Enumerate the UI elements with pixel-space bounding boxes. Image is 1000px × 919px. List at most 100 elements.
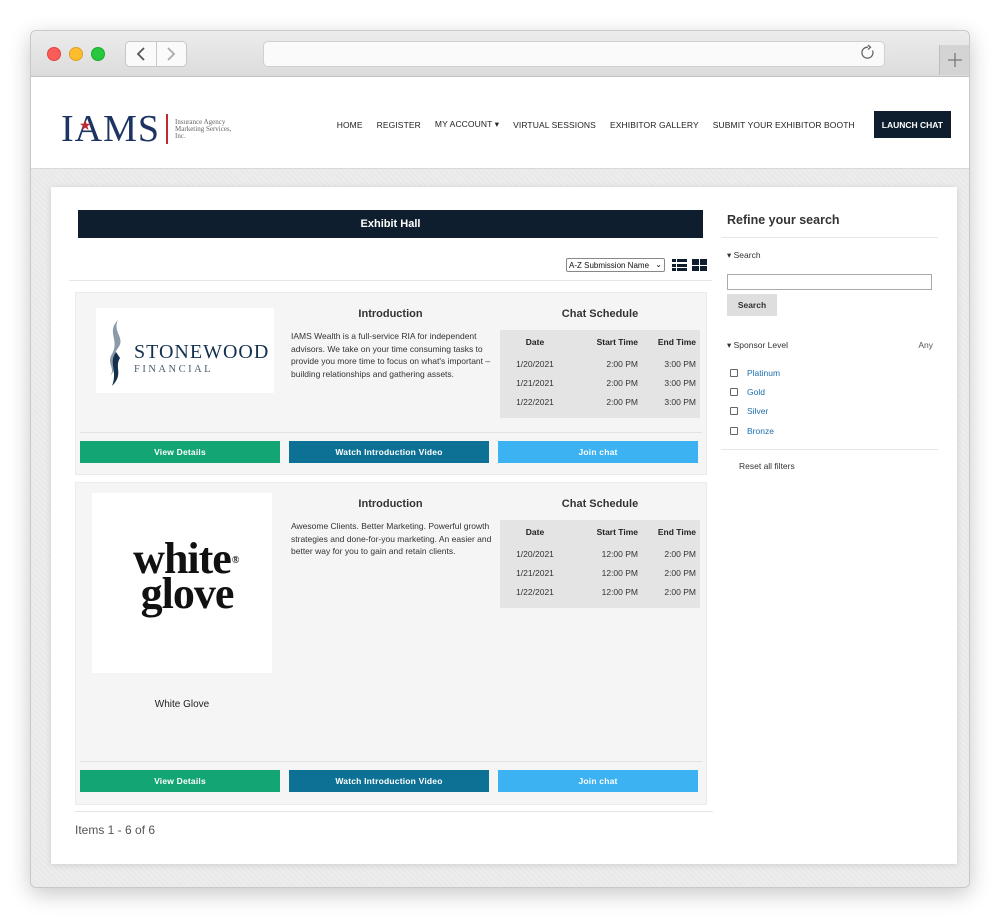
launch-chat-button[interactable]: LAUNCH CHAT [873,111,951,138]
stonewood-sub: FINANCIAL [134,364,214,375]
sort-select-value: A-Z Submission Name [569,260,650,270]
minimize-window-button[interactable] [69,47,83,61]
chat-schedule-table: Date Start Time End Time 1/20/2021 2:00 … [500,330,700,418]
close-window-button[interactable] [47,47,61,61]
exhibitor-card-white-glove: white ® glove White Glove Introduction Aw… [75,482,707,805]
checkbox-icon [730,387,738,396]
exhibitor-logo[interactable]: STONEWOOD FINANCIAL [96,308,274,393]
page-background: Exhibit Hall A-Z Submission Name ⌄ STONE… [31,169,969,887]
join-chat-button[interactable]: Join chat [498,770,698,792]
main-content: Exhibit Hall A-Z Submission Name ⌄ STONE… [51,187,957,864]
search-input[interactable] [727,274,932,290]
nav-register[interactable]: REGISTER [377,120,421,130]
table-row: 1/20/2021 2:00 PM 3:00 PM [500,354,700,373]
cell-end: 2:00 PM [664,586,696,597]
registered-mark: ® [231,555,240,566]
cell-start: 12:00 PM [601,586,638,597]
items-count: Items 1 - 6 of 6 [75,823,156,837]
table-row: 1/21/2021 12:00 PM 2:00 PM [500,563,700,582]
checkbox-gold[interactable]: Gold [730,382,938,401]
list-view-icon[interactable] [672,259,687,271]
cell-date: 1/21/2021 [516,567,554,578]
reload-icon[interactable] [860,44,876,67]
nav-submit-booth[interactable]: SUBMIT YOUR EXHIBITOR BOOTH [713,120,855,130]
maximize-window-button[interactable] [91,47,105,61]
forward-button[interactable] [157,42,187,66]
card-actions: View Details Watch Introduction Video Jo… [80,432,702,464]
cell-end: 3:00 PM [664,396,696,407]
cell-start: 12:00 PM [601,567,638,578]
sponsor-level-label: ▾ Sponsor Level [727,340,788,350]
swoosh-icon [110,320,121,386]
cell-date: 1/21/2021 [516,377,554,388]
browser-window: IAMS ★ Insurance Agency Marketing Servic… [30,30,970,888]
cell-start: 2:00 PM [606,396,638,407]
star-icon: ★ [79,117,92,133]
site-header: IAMS ★ Insurance Agency Marketing Servic… [31,77,969,169]
checkbox-platinum[interactable]: Platinum [730,363,938,382]
cell-start: 2:00 PM [606,358,638,369]
checkbox-silver[interactable]: Silver [730,402,938,421]
site-logo[interactable]: IAMS ★ Insurance Agency Marketing Servic… [61,107,235,151]
table-row: 1/22/2021 12:00 PM 2:00 PM [500,582,700,601]
chevron-right-icon [167,47,176,61]
logo-subtitle: Insurance Agency Marketing Services, Inc… [175,117,232,140]
cell-end: 3:00 PM [664,358,696,369]
view-details-button[interactable]: View Details [80,770,280,792]
cell-date: 1/20/2021 [516,548,554,559]
nav-exhibitor-gallery[interactable]: EXHIBITOR GALLERY [610,120,699,130]
chevron-left-icon [136,47,145,61]
col-start: Start Time [596,527,638,537]
sort-select[interactable]: A-Z Submission Name ⌄ [566,258,665,272]
checkbox-bronze[interactable]: Bronze [730,421,938,440]
col-start: Start Time [596,337,638,347]
reset-filters-link[interactable]: Reset all filters [721,449,938,471]
join-chat-button[interactable]: Join chat [498,441,698,463]
search-button[interactable]: Search [727,294,777,316]
filter-sidebar: Refine your search ▾ Search Search ▾ Spo… [721,205,938,471]
cell-start: 2:00 PM [606,377,638,388]
divider [75,811,713,812]
stonewood-name: STONEWOOD [134,341,270,363]
stonewood-logo: STONEWOOD FINANCIAL [96,308,274,393]
cell-date: 1/20/2021 [516,358,554,369]
main-nav: HOME REGISTER MY ACCOUNT ▾ VIRTUAL SESSI… [323,111,951,138]
exhibitor-card-stonewood: STONEWOOD FINANCIAL Introduction IAMS We… [75,292,707,475]
level-label: Silver [747,406,769,417]
logo-divider [166,114,169,144]
sponsor-level-list: Platinum Gold Silver Bronze [721,363,938,440]
watch-video-button[interactable]: Watch Introduction Video [289,441,489,463]
logo-line-1: white [133,534,232,583]
grid-view-icon[interactable] [692,259,707,271]
address-bar[interactable] [263,41,885,67]
nav-virtual-sessions[interactable]: VIRTUAL SESSIONS [513,120,596,130]
checkbox-icon [730,407,738,416]
view-details-button[interactable]: View Details [80,441,280,463]
cell-date: 1/22/2021 [516,396,554,407]
sort-toolbar: A-Z Submission Name ⌄ [69,253,712,281]
history-nav [125,41,187,67]
col-end: End Time [657,337,696,347]
col-end: End Time [657,527,696,537]
logo-wordmark: IAMS [61,108,161,150]
watch-video-button[interactable]: Watch Introduction Video [289,770,489,792]
sponsor-level-facet[interactable]: ▾ Sponsor Level Any [721,340,938,351]
intro-text: IAMS Wealth is a full-service RIA for in… [291,331,491,379]
cell-end: 2:00 PM [664,567,696,578]
back-button[interactable] [126,42,157,66]
exhibitor-logo[interactable]: white ® glove [92,493,272,673]
search-facet-toggle[interactable]: ▾ Search [721,250,938,261]
intro-heading: Introduction [358,308,423,320]
cell-start: 12:00 PM [601,548,638,559]
browser-titlebar [31,31,969,77]
cell-end: 3:00 PM [664,377,696,388]
schedule-header-row: Date Start Time End Time [500,520,700,544]
nav-my-account[interactable]: MY ACCOUNT ▾ [435,119,499,130]
new-tab-button[interactable] [939,45,969,75]
table-row: 1/20/2021 12:00 PM 2:00 PM [500,544,700,563]
table-row: 1/22/2021 2:00 PM 3:00 PM [500,392,700,411]
nav-home[interactable]: HOME [337,120,363,130]
checkbox-icon [730,368,738,377]
company-name: White Glove [154,699,210,710]
chevron-down-icon: ⌄ [655,260,662,269]
